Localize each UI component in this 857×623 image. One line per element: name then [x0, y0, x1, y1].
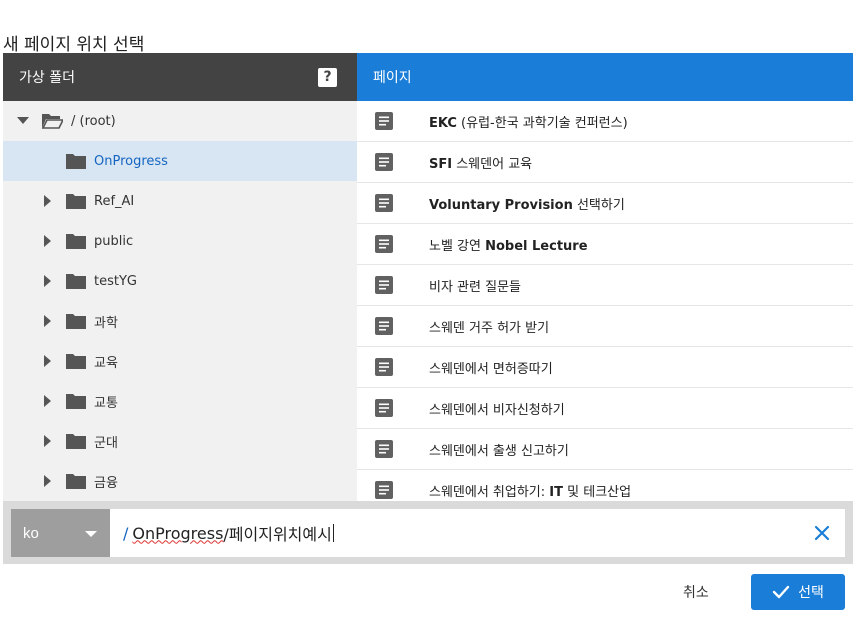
page-row[interactable]: 노벨 강연 Nobel Lecture	[357, 224, 853, 265]
select-button[interactable]: 선택	[751, 574, 845, 610]
caret-right-icon[interactable]	[41, 475, 53, 487]
page-row[interactable]: 스웨덴 거주 허가 받기	[357, 306, 853, 347]
page-label: EKC (유럽-한국 과학기술 컨퍼런스)	[429, 115, 628, 131]
folder-icon	[65, 472, 87, 490]
caret-down-icon[interactable]	[17, 115, 29, 127]
folder-row[interactable]: 과학	[3, 301, 357, 341]
cancel-button[interactable]: 취소	[683, 582, 709, 602]
select-button-label: 선택	[798, 585, 824, 601]
folder-icon	[65, 152, 87, 170]
page-label: 노벨 강연 Nobel Lecture	[429, 238, 588, 254]
caret-right-icon[interactable]	[41, 195, 53, 207]
folder-label: 교육	[94, 355, 118, 371]
folder-icon	[65, 272, 87, 290]
pages-header: 페이지	[357, 53, 853, 101]
page-label: 스웨덴에서 출생 신고하기	[429, 443, 569, 459]
folder-row[interactable]: 금융	[3, 461, 357, 501]
path-slash: /	[123, 523, 129, 543]
page-row[interactable]: 스웨덴에서 출생 신고하기	[357, 429, 853, 470]
folder-icon	[65, 232, 87, 250]
folder-row[interactable]: 교육	[3, 341, 357, 381]
document-icon	[375, 112, 393, 130]
page-label: 스웨덴에서 취업하기: IT 및 테크산업	[429, 484, 632, 500]
folder-icon	[65, 432, 87, 450]
folder-label: 과학	[94, 315, 118, 331]
page-row[interactable]: Voluntary Provision 선택하기	[357, 183, 853, 224]
document-icon	[375, 399, 393, 417]
locale-value: ko	[23, 524, 39, 542]
caret-right-icon[interactable]	[41, 435, 53, 447]
path-input[interactable]: / OnProgress /페이지위치예시	[110, 509, 845, 557]
pages-header-label: 페이지	[373, 70, 412, 86]
folder-label: testYG	[94, 273, 137, 289]
folder-row[interactable]: public	[3, 221, 357, 261]
page-label: 비자 관련 질문들	[429, 279, 521, 295]
path-page: /페이지위치예시	[223, 525, 332, 544]
folder-row[interactable]: testYG	[3, 261, 357, 301]
page-row[interactable]: 비자 관련 질문들	[357, 265, 853, 306]
folder-label: 교통	[94, 395, 118, 411]
dialog-title: 새 페이지 위치 선택	[3, 35, 145, 55]
folder-icon	[65, 352, 87, 370]
page-list: EKC (유럽-한국 과학기술 컨퍼런스) SFI 스웨덴어 교육 Voluntar…	[357, 101, 853, 501]
document-icon	[375, 276, 393, 294]
page-label: 스웨덴 거주 허가 받기	[429, 320, 550, 336]
caret-right-icon[interactable]	[41, 355, 53, 367]
page-row[interactable]: SFI 스웨덴어 교육	[357, 142, 853, 183]
help-button[interactable]: ?	[318, 68, 337, 87]
folder-label: OnProgress	[94, 153, 168, 169]
document-icon	[375, 235, 393, 253]
caret-right-icon[interactable]	[41, 235, 53, 247]
page-label: 스웨덴에서 비자신청하기	[429, 402, 565, 418]
folders-header: 가상 폴더 ?	[3, 53, 357, 101]
document-icon	[375, 194, 393, 212]
folder-row[interactable]: 교통	[3, 381, 357, 421]
document-icon	[375, 317, 393, 335]
caret-right-icon[interactable]	[41, 275, 53, 287]
folder-row[interactable]: 군대	[3, 421, 357, 461]
folder-icon	[65, 312, 87, 330]
dialog-footer: 취소 선택	[3, 564, 853, 623]
caret-right-icon[interactable]	[41, 315, 53, 327]
page-row[interactable]: 스웨덴에서 비자신청하기	[357, 388, 853, 429]
page-row[interactable]: 스웨덴에서 취업하기: IT 및 테크산업	[357, 470, 853, 501]
clear-icon[interactable]	[813, 524, 831, 542]
document-icon	[375, 481, 393, 499]
folder-label: Ref_AI	[94, 193, 135, 209]
folder-row[interactable]: / (root)	[3, 101, 357, 141]
page-row[interactable]: 스웨덴에서 면허증따기	[357, 347, 853, 388]
folder-icon	[65, 392, 87, 410]
document-icon	[375, 153, 393, 171]
folder-label: 금융	[94, 475, 118, 491]
text-caret	[332, 524, 334, 542]
page-location-dialog: 새 페이지 위치 선택 가상 폴더 ? 페이지 / (root) OnProgre…	[0, 0, 857, 623]
locale-select[interactable]: ko	[11, 509, 110, 557]
dropdown-arrow-icon	[85, 531, 97, 537]
folder-row[interactable]: Ref_AI	[3, 181, 357, 221]
page-label: 스웨덴에서 면허증따기	[429, 361, 553, 377]
path-folder: OnProgress	[132, 523, 224, 543]
folder-open-icon	[41, 112, 65, 130]
caret-right-icon[interactable]	[41, 395, 53, 407]
folder-label: / (root)	[71, 113, 116, 129]
folder-row[interactable]: OnProgress	[3, 141, 357, 181]
folder-tree: / (root) OnProgress Ref_AIpublic testYG 과학교육…	[3, 101, 357, 501]
check-icon	[772, 585, 790, 599]
folder-icon	[65, 192, 87, 210]
document-icon	[375, 440, 393, 458]
page-row[interactable]: EKC (유럽-한국 과학기술 컨퍼런스)	[357, 101, 853, 142]
path-bar: ko / OnProgress /페이지위치예시	[3, 501, 853, 564]
document-icon	[375, 358, 393, 376]
folder-label: public	[94, 233, 134, 249]
folder-label: 군대	[94, 435, 118, 451]
page-label: SFI 스웨덴어 교육	[429, 156, 533, 172]
folders-header-label: 가상 폴더	[19, 70, 75, 86]
page-label: Voluntary Provision 선택하기	[429, 197, 625, 213]
